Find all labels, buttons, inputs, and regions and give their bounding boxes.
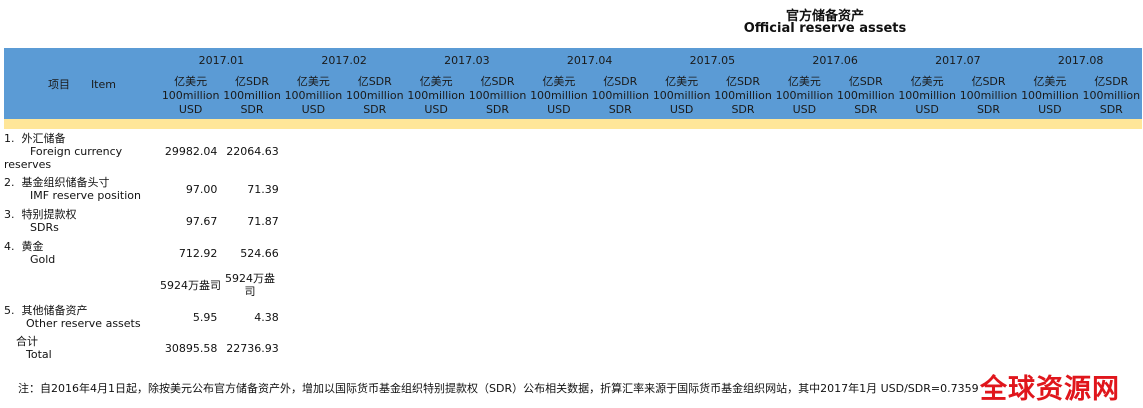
table-row: 1. 外汇储备 Foreign currency reserves 29982.… [4, 129, 1142, 173]
unit-header-usd: 亿美元 100million USD [896, 73, 958, 119]
unit-header-sdr: 亿SDR 100million SDR [221, 73, 283, 119]
unit-header-usd: 亿美元 100million USD [405, 73, 467, 119]
value-usd: 29982.04 [164, 144, 218, 158]
unit-header-usd: 亿美元 100million USD [1019, 73, 1081, 119]
value-sdr: 22064.63 [226, 144, 279, 158]
unit-header-sdr: 亿SDR 100million SDR [589, 73, 651, 119]
row-label: 4. 黄金 Gold [4, 240, 56, 266]
unit-header-sdr: 亿SDR 100million SDR [466, 73, 529, 119]
unit-header-usd: 亿美元 100million USD [282, 73, 345, 119]
value-usd: 97.00 [185, 182, 218, 196]
row-label: 合计 Total [16, 335, 52, 361]
row-label [4, 269, 160, 301]
unit-header-usd: 亿美元 100million USD [159, 73, 222, 119]
table-row: 4. 黄金 Gold 712.92 524.66 [4, 237, 1142, 269]
row-label: 5. 其他储备资产 Other reserve assets [4, 304, 141, 330]
row-label: 1. 外汇储备 Foreign currency reserves [4, 131, 123, 171]
month-header: 2017.06 [773, 48, 897, 73]
value-sdr: 22736.93 [226, 341, 279, 355]
watermark-logo: 全球资源网 [980, 374, 1120, 405]
value-sdr: 524.66 [240, 246, 279, 260]
gold-ounces-sdr: 5924万盎 司 [225, 272, 276, 298]
row-label: 2. 基金组织储备头寸 IMF reserve position [4, 176, 141, 202]
unit-header-sdr: 亿SDR 100million SDR [1080, 73, 1142, 119]
page-title-en: Official reserve assets [743, 21, 907, 36]
value-usd: 97.67 [185, 214, 218, 228]
value-usd: 30895.58 [164, 341, 218, 355]
table-row: 2. 基金组织储备头寸 IMF reserve position 97.00 7… [4, 173, 1142, 205]
month-header: 2017.08 [1019, 48, 1142, 73]
unit-header-usd: 亿美元 100million USD [650, 73, 713, 119]
month-header: 2017.04 [528, 48, 651, 73]
month-header-row: 项目 Item 2017.01 2017.02 2017.03 2017.04 … [4, 48, 1142, 119]
month-header: 2017.02 [282, 48, 406, 73]
unit-header-sdr: 亿SDR 100million SDR [712, 73, 774, 119]
row-label: 3. 特别提款权 SDRs [4, 208, 77, 234]
unit-header-usd: 亿美元 100million USD [773, 73, 836, 119]
reserve-assets-table: 项目 Item 2017.01 2017.02 2017.03 2017.04 … [4, 48, 1142, 363]
table-row: 5924万盎司 5924万盎 司 [4, 269, 1142, 301]
gold-ounces-usd: 5924万盎司 [159, 279, 221, 292]
unit-header-sdr: 亿SDR 100million SDR [835, 73, 897, 119]
month-header: 2017.03 [405, 48, 529, 73]
table-row: 3. 特别提款权 SDRs 97.67 71.87 [4, 205, 1142, 237]
item-header-en: Item [90, 77, 116, 91]
item-header-zh: 项目 [47, 77, 70, 91]
value-sdr: 71.87 [247, 214, 279, 228]
value-usd: 5.95 [192, 310, 218, 324]
separator-row [4, 119, 1142, 129]
value-sdr: 4.38 [254, 310, 279, 324]
unit-header-sdr: 亿SDR 100million SDR [957, 73, 1020, 119]
footnote: 注：自2016年4月1日起，除按美元公布官方储备资产外，增加以国际货币基金组织特… [18, 382, 979, 395]
table-row: 5. 其他储备资产 Other reserve assets 5.95 4.38 [4, 301, 1142, 333]
table-row: 合计 Total 30895.58 22736.93 [4, 333, 1142, 363]
month-header: 2017.07 [896, 48, 1020, 73]
value-usd: 712.92 [178, 246, 218, 260]
value-sdr: 71.39 [247, 182, 279, 196]
unit-header-usd: 亿美元 100million USD [528, 73, 590, 119]
month-header: 2017.05 [650, 48, 774, 73]
unit-header-sdr: 亿SDR 100million SDR [344, 73, 406, 119]
item-column-header: 项目 Item [4, 48, 160, 119]
month-header: 2017.01 [159, 48, 283, 73]
unit-header-row: 亿美元 100million USD 亿SDR 100million SDR 亿美元 100m… [4, 73, 1142, 119]
